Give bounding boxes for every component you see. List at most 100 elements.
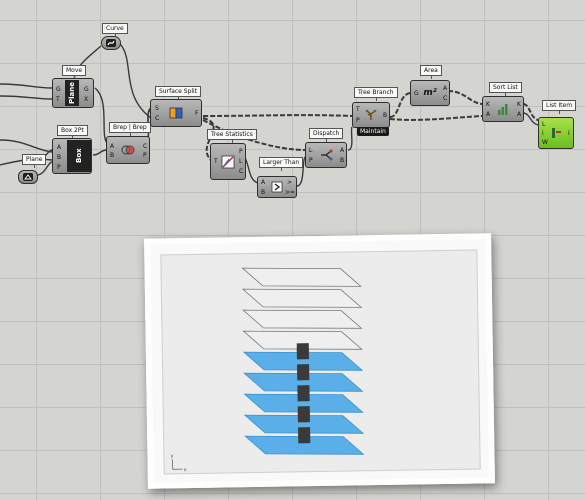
- brep-output-c[interactable]: C: [143, 143, 147, 150]
- sort-list-output-a[interactable]: A: [517, 111, 521, 118]
- list-item-title: List Item: [542, 100, 577, 114]
- surface-split-output-f[interactable]: F: [195, 110, 198, 117]
- wire: [202, 114, 353, 117]
- viewport-plane-outline: [241, 267, 362, 287]
- tree-branch-title: Tree Branch: [354, 87, 398, 101]
- box-input-a[interactable]: A: [57, 144, 61, 151]
- tree-branch-icon: [365, 109, 377, 120]
- area-component[interactable]: G m² A C: [410, 80, 450, 106]
- tree-branch-input-t[interactable]: T: [356, 106, 360, 113]
- wire: [447, 90, 483, 105]
- larger-than-input-b[interactable]: B: [261, 189, 265, 196]
- viewport-box-top: [297, 412, 310, 423]
- dispatch-icon: [321, 149, 333, 161]
- tree-branch-input-p[interactable]: P: [356, 117, 360, 124]
- wire: [0, 83, 53, 89]
- list-item-component[interactable]: L i W i: [538, 117, 574, 149]
- curve-title: Curve: [102, 23, 128, 37]
- viewport-plane-outline: [241, 288, 363, 308]
- plane-title: Plane: [22, 154, 47, 168]
- viewport-box-top: [297, 370, 310, 381]
- larger-than-input-a[interactable]: A: [261, 179, 265, 186]
- move-input-g[interactable]: G: [56, 86, 61, 93]
- box-input-b[interactable]: B: [57, 154, 61, 161]
- move-output-x[interactable]: X: [84, 96, 88, 103]
- move-tab: Plane: [65, 80, 79, 106]
- surface-split-input-s[interactable]: S: [155, 105, 159, 112]
- dispatch-input-p[interactable]: P: [309, 157, 313, 164]
- sort-list-output-k[interactable]: K: [517, 101, 521, 108]
- viewport-plane-outline: [242, 309, 363, 329]
- wire: [243, 155, 259, 184]
- dispatch-output-b[interactable]: B: [340, 157, 344, 164]
- wire: [92, 149, 108, 156]
- box-2pt-component[interactable]: A B P Box: [52, 138, 92, 174]
- surface-split-component[interactable]: S C F: [150, 99, 202, 127]
- viewport-scene: yx: [170, 267, 365, 473]
- tree-statistics-output-p[interactable]: P: [239, 148, 243, 155]
- tree-statistics-input-t[interactable]: T: [214, 158, 218, 165]
- box-2pt-title: Box 2Pt: [57, 125, 88, 139]
- tree-statistics-icon: [221, 155, 235, 168]
- sort-list-input-a[interactable]: A: [486, 111, 490, 118]
- move-component[interactable]: G T Plane G X: [52, 78, 94, 108]
- wire: [347, 126, 353, 151]
- sort-list-icon: [498, 104, 508, 115]
- area-output-a[interactable]: A: [443, 85, 447, 92]
- list-item-input-l[interactable]: L: [542, 121, 545, 128]
- wire: [389, 115, 483, 121]
- sort-list-component[interactable]: K A K A: [482, 96, 524, 122]
- wire: [522, 103, 539, 121]
- wire: [94, 87, 108, 144]
- wire: [119, 43, 152, 119]
- larger-than-output-gt[interactable]: >: [287, 179, 292, 186]
- list-item-input-w[interactable]: W: [542, 139, 548, 146]
- larger-than-component[interactable]: A B > >=: [257, 176, 297, 198]
- wire: [0, 95, 53, 100]
- sort-list-input-k[interactable]: K: [486, 101, 490, 108]
- brep-intersection-icon: [121, 145, 135, 155]
- list-item-icon: [552, 128, 561, 138]
- axis-label-x: x: [184, 467, 187, 473]
- curve-component[interactable]: [101, 36, 121, 50]
- brep-input-a[interactable]: A: [110, 143, 114, 150]
- viewport-panel: yx: [144, 233, 495, 489]
- list-item-output-i[interactable]: i: [568, 130, 570, 137]
- tree-branch-component[interactable]: T P B: [352, 102, 390, 128]
- axis-label-y: y: [170, 453, 173, 459]
- larger-than-output-gte[interactable]: >=: [285, 189, 295, 196]
- larger-than-title: Larger Than: [259, 157, 304, 171]
- viewport-box-top: [298, 433, 311, 444]
- brep-output-p[interactable]: P: [143, 152, 147, 159]
- surface-split-input-c[interactable]: C: [155, 115, 159, 122]
- move-output-g[interactable]: G: [84, 86, 89, 93]
- plane-icon: [23, 173, 33, 181]
- axis-gizmo-icon: [172, 459, 183, 470]
- surface-split-icon: [169, 107, 183, 119]
- area-title: Area: [420, 65, 442, 79]
- dispatch-component[interactable]: L P A B: [305, 142, 347, 168]
- sort-list-title: Sort List: [489, 82, 522, 96]
- viewport-box-top: [296, 349, 309, 360]
- move-input-t[interactable]: T: [56, 96, 60, 103]
- wire: [0, 139, 53, 153]
- plane-component[interactable]: [18, 170, 38, 184]
- viewport-canvas[interactable]: yx: [160, 249, 481, 475]
- box-input-p[interactable]: P: [57, 164, 61, 171]
- area-m2-icon: m²: [423, 88, 437, 98]
- tree-statistics-component[interactable]: T P L C: [210, 143, 246, 180]
- wire: [522, 112, 539, 126]
- tree-branch-output-b[interactable]: B: [383, 112, 387, 119]
- surface-split-title: Surface Split: [155, 86, 202, 100]
- brep-brep-component[interactable]: A B C P: [106, 136, 150, 164]
- list-item-input-i[interactable]: i: [542, 130, 544, 137]
- tree-statistics-output-l[interactable]: L: [239, 158, 242, 165]
- brep-input-b[interactable]: B: [110, 152, 114, 159]
- tree-statistics-title: Tree Statistics: [207, 129, 257, 143]
- dispatch-input-l[interactable]: L: [309, 147, 312, 154]
- area-output-c[interactable]: C: [443, 95, 447, 102]
- dispatch-output-a[interactable]: A: [340, 147, 344, 154]
- tree-branch-maintain-tag: Maintain: [357, 127, 389, 136]
- tree-statistics-output-c[interactable]: C: [239, 168, 243, 175]
- area-input-g[interactable]: G: [414, 90, 419, 97]
